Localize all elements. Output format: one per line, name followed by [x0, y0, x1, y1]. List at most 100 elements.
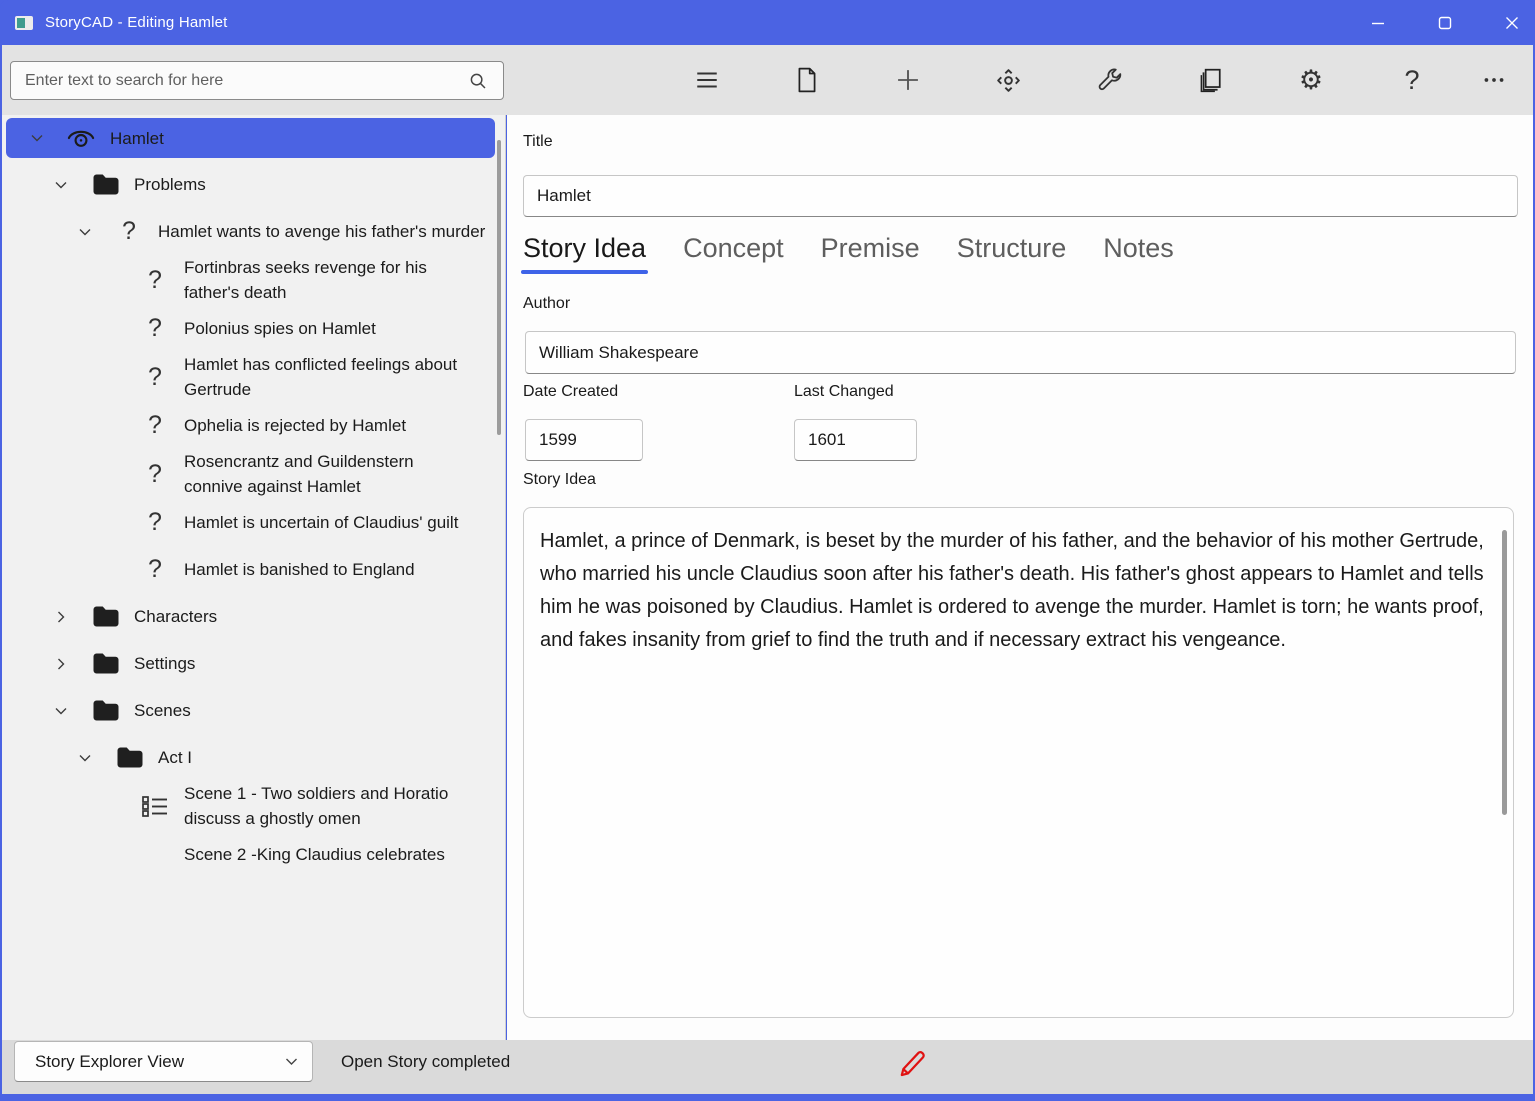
- title-label: Title: [523, 133, 553, 151]
- story-idea-textarea[interactable]: Hamlet, a prince of Denmark, is beset by…: [523, 507, 1514, 1018]
- tab-structure[interactable]: Structure: [955, 233, 1069, 276]
- problem-icon-slot: ?: [140, 510, 170, 535]
- problem-icon-slot: ?: [140, 557, 170, 582]
- maximize-icon: [1438, 16, 1452, 30]
- tree-item[interactable]: ? Fortinbras seeks revenge for his father…: [2, 255, 505, 305]
- chevron-right-icon: [57, 611, 65, 623]
- gear-icon: ⚙: [1299, 67, 1323, 94]
- chevron-down-icon: [55, 707, 67, 715]
- tree-item-label: Hamlet has conflicted feelings about Ger…: [184, 352, 476, 402]
- wrench-icon: [1096, 67, 1123, 94]
- tree-item[interactable]: Scene 2 -King Claudius celebrates: [2, 831, 505, 878]
- tree-item-label: Hamlet: [110, 126, 164, 151]
- author-label: Author: [523, 295, 570, 313]
- search-input[interactable]: [11, 72, 467, 90]
- tree-item[interactable]: ?Hamlet is banished to England: [2, 546, 505, 593]
- menu-button[interactable]: [687, 60, 727, 100]
- tree-expander[interactable]: [26, 134, 48, 142]
- problem-icon: ?: [148, 462, 162, 487]
- title-input[interactable]: [523, 175, 1518, 217]
- app-window: StoryCAD - Editing Hamlet: [0, 0, 1535, 1101]
- tree-item[interactable]: ? Ophelia is rejected by Hamlet: [2, 402, 505, 449]
- tab-story-idea[interactable]: Story Idea: [521, 233, 648, 276]
- tree-item[interactable]: Problems: [2, 161, 505, 208]
- date-created-label: Date Created: [523, 383, 618, 401]
- tab-premise[interactable]: Premise: [819, 233, 922, 276]
- edit-pencil-icon: [896, 1046, 928, 1085]
- tree-item-label: Scene 1 - Two soldiers and Horatio discu…: [184, 781, 476, 831]
- problem-icon-slot: ?: [140, 365, 170, 390]
- tree-item[interactable]: ? Hamlet has conflicted feelings about Ge…: [2, 352, 505, 402]
- tree-item[interactable]: ?Hamlet wants to avenge his father's mur…: [2, 208, 505, 255]
- problem-icon: ?: [148, 413, 162, 438]
- tree-item[interactable]: ?Rosencrantz and Guildenstern connive ag…: [2, 449, 505, 499]
- move-icon: [995, 67, 1022, 94]
- story-idea-text: Hamlet, a prince of Denmark, is beset by…: [540, 530, 1484, 651]
- tree-expander[interactable]: [74, 754, 96, 762]
- problem-icon-slot: ?: [140, 462, 170, 487]
- folder-icon: [116, 746, 143, 769]
- tree-expander[interactable]: [50, 658, 72, 670]
- tree-item-label: Polonius spies on Hamlet: [184, 316, 376, 341]
- maximize-button[interactable]: [1422, 0, 1468, 45]
- tree-item-label: Scenes: [134, 698, 191, 723]
- folder-icon: [92, 699, 119, 722]
- tree-scrollbar[interactable]: [497, 140, 501, 435]
- minimize-button[interactable]: [1355, 0, 1401, 45]
- tree-item-label: Ophelia is rejected by Hamlet: [184, 413, 406, 438]
- move-button[interactable]: [988, 60, 1028, 100]
- problem-icon-slot: ?: [114, 219, 144, 244]
- tree-item[interactable]: Scenes: [2, 687, 505, 734]
- tab-notes[interactable]: Notes: [1101, 233, 1176, 276]
- editor-tabs: Story Idea Concept Premise Structure Notes: [521, 233, 1176, 276]
- window-bottom-border: [0, 1094, 1535, 1101]
- add-icon: [894, 66, 922, 94]
- app-icon: [15, 16, 33, 30]
- folder-icon: [92, 173, 119, 196]
- tree-item[interactable]: ?Hamlet is uncertain of Claudius' guilt: [2, 499, 505, 546]
- view-selector[interactable]: Story Explorer View: [14, 1041, 313, 1082]
- tree-item-label: Act I: [158, 745, 192, 770]
- tree-item[interactable]: Settings: [2, 640, 505, 687]
- folder-icon-slot: [90, 605, 120, 628]
- tree-item[interactable]: Act I: [2, 734, 505, 781]
- tree-item[interactable]: Scene 1 - Two soldiers and Horatio discu…: [2, 781, 505, 831]
- problem-icon: ?: [148, 557, 162, 582]
- copy-button[interactable]: [1190, 60, 1230, 100]
- author-input[interactable]: [525, 331, 1516, 374]
- date-created-input[interactable]: [525, 419, 643, 461]
- folder-icon-slot: [90, 699, 120, 722]
- view-selector-value: Story Explorer View: [35, 1052, 285, 1072]
- tree-expander[interactable]: [74, 228, 96, 236]
- close-button[interactable]: [1489, 0, 1535, 45]
- problem-icon-slot: ?: [140, 268, 170, 293]
- more-button[interactable]: [1474, 60, 1514, 100]
- ellipsis-icon: [1481, 67, 1507, 93]
- tab-concept[interactable]: Concept: [681, 233, 786, 276]
- document-icon: [795, 67, 819, 93]
- tree-item[interactable]: Hamlet: [6, 118, 495, 158]
- tree-item-label: Problems: [134, 172, 206, 197]
- overview-icon-slot: [66, 125, 96, 151]
- help-button[interactable]: ?: [1392, 60, 1432, 100]
- problem-icon: ?: [148, 316, 162, 341]
- tree-expander[interactable]: [50, 181, 72, 189]
- search-box: [10, 61, 504, 100]
- tree-expander[interactable]: [50, 707, 72, 715]
- story-idea-scrollbar[interactable]: [1502, 530, 1507, 815]
- tree-expander[interactable]: [50, 611, 72, 623]
- tree-item[interactable]: ? Polonius spies on Hamlet: [2, 305, 505, 352]
- chevron-right-icon: [57, 658, 65, 670]
- last-changed-input[interactable]: [794, 419, 917, 461]
- tree-item[interactable]: Characters: [2, 593, 505, 640]
- title-bar: StoryCAD - Editing Hamlet: [0, 0, 1535, 45]
- add-button[interactable]: [888, 60, 928, 100]
- folder-icon-slot: [90, 173, 120, 196]
- settings-button[interactable]: ⚙: [1291, 60, 1331, 100]
- tree-item-label: Fortinbras seeks revenge for his father'…: [184, 255, 476, 305]
- wrench-button[interactable]: [1089, 60, 1129, 100]
- problem-icon-slot: ?: [140, 413, 170, 438]
- last-changed-label: Last Changed: [794, 383, 894, 401]
- problem-icon-slot: ?: [140, 316, 170, 341]
- document-button[interactable]: [787, 60, 827, 100]
